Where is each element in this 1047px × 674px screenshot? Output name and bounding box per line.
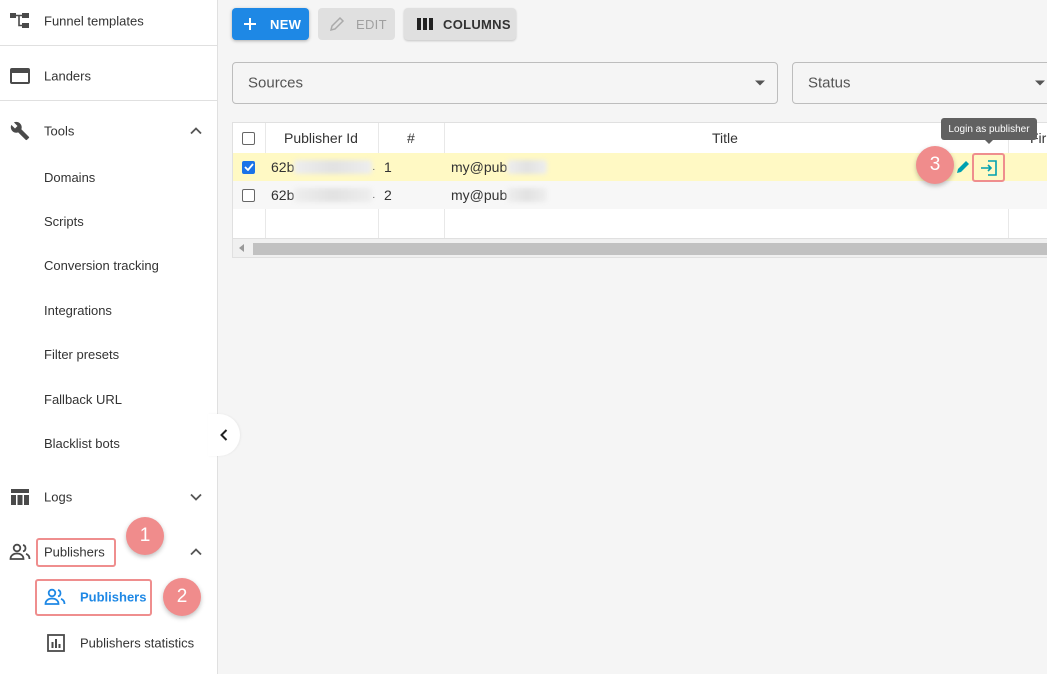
sidebar-subitem-publishers-statistics[interactable]: Publishers statistics: [0, 623, 217, 663]
columns-button[interactable]: COLUMNS: [404, 8, 516, 40]
number-cell: 1: [384, 159, 392, 175]
sidebar-subitem-label: Publishers statistics: [80, 635, 195, 651]
sidebar-item-label: Landers: [44, 68, 91, 84]
scroll-left-icon[interactable]: [239, 244, 245, 252]
caret-down-icon: [1035, 80, 1045, 86]
sidebar-subitem-scripts[interactable]: Scripts: [44, 214, 84, 229]
sources-select[interactable]: Sources: [232, 62, 778, 104]
sidebar: Funnel templates Landers Tools Domains S…: [0, 0, 218, 674]
divider: [0, 45, 217, 46]
funnel-tree-icon: [9, 10, 31, 32]
sidebar-item-logs[interactable]: Logs: [0, 477, 217, 517]
sidebar-subitem-fallback-url[interactable]: Fallback URL: [44, 392, 122, 407]
columns-button-label: COLUMNS: [443, 16, 511, 32]
status-select[interactable]: Status: [792, 62, 1047, 104]
new-button[interactable]: NEW: [232, 8, 309, 40]
annotation-highlight-box: [35, 579, 152, 616]
pencil-icon: [957, 161, 969, 173]
publisher-id-cell: 62b .: [271, 187, 376, 203]
sidebar-subitem-domains[interactable]: Domains: [44, 170, 95, 185]
columns-icon: [417, 18, 433, 30]
table-icon: [9, 486, 31, 508]
chevron-left-icon: [220, 429, 228, 441]
caret-down-icon: [755, 80, 765, 86]
sidebar-collapse-button[interactable]: [208, 414, 240, 456]
row-checkbox[interactable]: [242, 181, 255, 209]
annotation-badge: 3: [916, 146, 954, 184]
select-all-checkbox[interactable]: [242, 123, 255, 153]
chevron-up-icon: [190, 548, 202, 556]
annotation-highlight-box: [36, 538, 116, 567]
row-checkbox[interactable]: [242, 153, 255, 181]
login-icon: [981, 160, 997, 176]
sources-select-label: Sources: [248, 74, 304, 92]
publishers-table: Publisher Id # Title Fir 62b . 1 my@pub …: [232, 122, 1047, 258]
tooltip: Login as publisher: [941, 118, 1037, 144]
bar-chart-icon: [45, 632, 67, 654]
title-cell: my@pub: [451, 181, 548, 209]
title-cell: my@pub: [451, 153, 548, 181]
title-text: my@pub: [451, 159, 508, 175]
sidebar-item-funnel-templates[interactable]: Funnel templates: [0, 1, 217, 41]
pencil-icon: [329, 16, 345, 32]
chevron-down-icon: [190, 493, 202, 501]
publisher-id-text: 62b: [271, 159, 295, 175]
annotation-badge: 1: [126, 517, 164, 555]
wrench-icon: [9, 120, 31, 142]
window-icon: [9, 65, 31, 87]
sidebar-subitem-integrations[interactable]: Integrations: [44, 303, 112, 318]
sidebar-item-tools[interactable]: Tools: [0, 111, 217, 151]
number-cell: 2: [384, 187, 392, 203]
annotation-badge: 2: [163, 578, 201, 616]
horizontal-scrollbar[interactable]: [233, 238, 1047, 257]
sidebar-item-label: Logs: [44, 489, 73, 505]
column-header-publisher-id[interactable]: Publisher Id: [284, 123, 358, 153]
login-as-publisher-button[interactable]: [972, 153, 1005, 182]
chevron-up-icon: [190, 127, 202, 135]
edit-row-button[interactable]: [954, 153, 972, 181]
title-text: my@pub: [451, 187, 508, 203]
people-icon: [9, 541, 31, 563]
divider: [0, 100, 217, 101]
sidebar-item-landers[interactable]: Landers: [0, 56, 217, 96]
column-header-title[interactable]: Title: [712, 123, 738, 153]
plus-icon: [244, 18, 256, 30]
publisher-id-cell: 62b .: [271, 159, 376, 175]
sidebar-subitem-blacklist-bots[interactable]: Blacklist bots: [44, 436, 120, 451]
table-row[interactable]: 62b . 2 my@pub: [233, 181, 1047, 209]
sidebar-item-label: Tools: [44, 123, 75, 139]
edit-button-label: EDIT: [356, 16, 387, 32]
new-button-label: NEW: [270, 16, 302, 32]
sidebar-subitem-conversion-tracking[interactable]: Conversion tracking: [44, 258, 159, 273]
scrollbar-thumb[interactable]: [253, 243, 1047, 255]
column-header-number[interactable]: #: [407, 123, 415, 153]
sidebar-subitem-filter-presets[interactable]: Filter presets: [44, 347, 119, 362]
edit-button[interactable]: EDIT: [318, 8, 395, 40]
sidebar-item-label: Funnel templates: [44, 13, 144, 29]
status-select-label: Status: [808, 74, 851, 92]
publisher-id-text: 62b: [271, 187, 295, 203]
